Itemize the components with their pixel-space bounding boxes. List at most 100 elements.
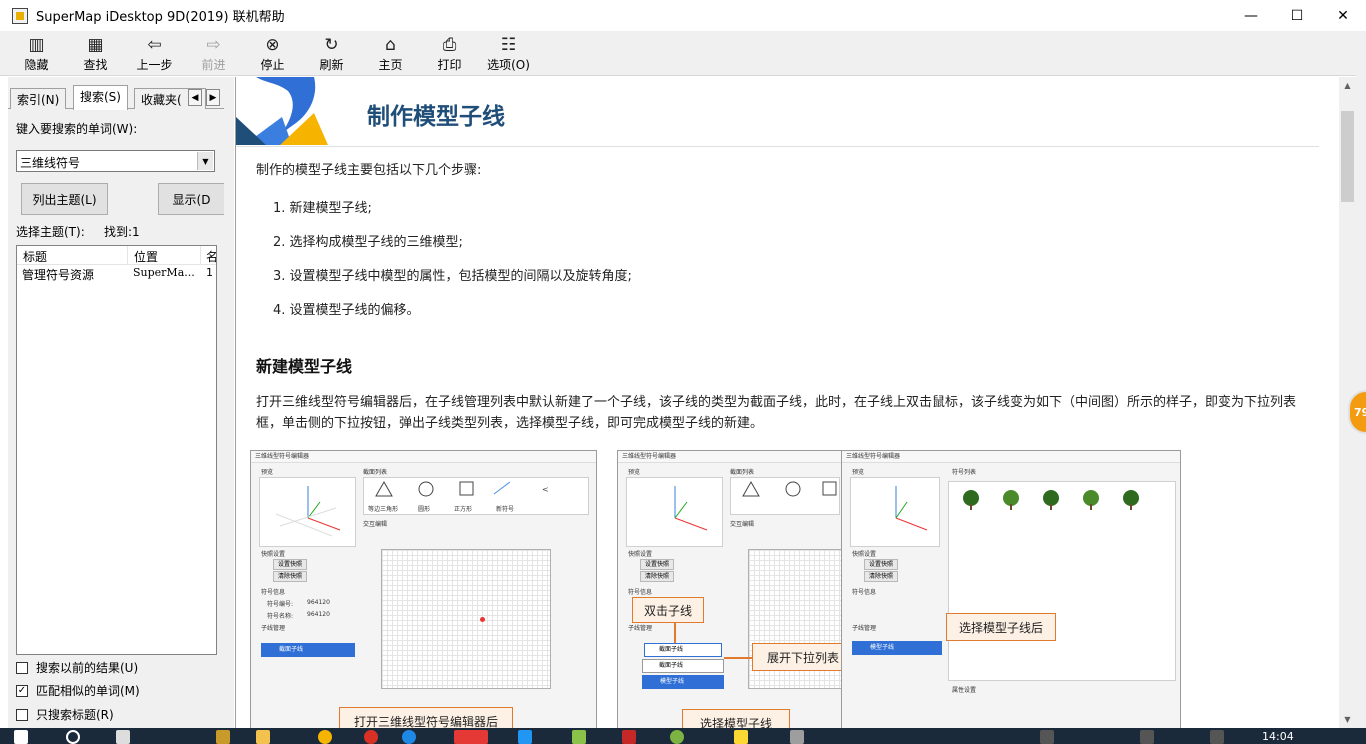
tab-scroll-left-icon[interactable]: ◀ — [188, 89, 202, 106]
forward-label: 前进 — [201, 57, 226, 72]
step-item: 2. 选择构成模型子线的三维模型; — [273, 235, 463, 250]
preview-panel — [626, 477, 723, 547]
results-header: 标题 位置 名 — [17, 246, 216, 265]
navigation-pane: 索引(N) 搜索(S) 收藏夹( ◀ ▶ 键入要搜索的单词(W): 三维线符号 … — [8, 77, 224, 728]
mini-label: 正方形 — [454, 506, 473, 513]
forward-button[interactable]: ⇨ 前进 — [184, 31, 243, 76]
back-button[interactable]: ⇦ 上一步 — [125, 31, 184, 76]
figure-shot-3: 三维线型符号编辑器 预览 符号列表 快照设置 设置快照 清除快照 符号信息 子线… — [841, 450, 1181, 728]
checkbox[interactable] — [16, 661, 28, 674]
shape-icons: < — [375, 480, 549, 497]
minimize-button[interactable]: — — [1228, 0, 1274, 31]
keyword-combobox[interactable]: 三维线符号 ▼ — [16, 150, 215, 172]
refresh-button[interactable]: ↻ 刷新 — [302, 31, 361, 76]
close-button[interactable]: ✕ — [1320, 0, 1366, 31]
step-item: 1. 新建模型子线; — [273, 201, 372, 216]
mini-label: 符号编号: — [267, 601, 294, 608]
mini-button: 清除快照 — [864, 571, 898, 582]
home-button[interactable]: ⌂ 主页 — [361, 31, 420, 76]
mini-label: 符号名称: — [267, 613, 294, 620]
callout: 展开下拉列表 — [752, 643, 854, 671]
callout: 打开三维线型符号编辑器后 — [339, 707, 513, 728]
back-arrow-icon: ⇦ — [147, 34, 162, 55]
mini-label: 交互编辑 — [363, 521, 388, 528]
results-list[interactable]: 标题 位置 名 管理符号资源 SuperMa... 1 — [16, 245, 217, 655]
shape-list-panel — [730, 477, 840, 515]
folder-icon[interactable] — [256, 730, 270, 744]
app-icon[interactable] — [402, 730, 416, 744]
edit-grid — [381, 549, 551, 689]
col-location[interactable]: 位置 — [134, 248, 158, 265]
printer-icon: ⎙ — [442, 34, 457, 55]
display-button[interactable]: 显示(D — [158, 183, 224, 215]
option-label: 匹配相似的单词(M) — [36, 684, 140, 698]
list-topics-button[interactable]: 列出主题(L) — [21, 183, 108, 215]
tray-icon[interactable] — [1040, 730, 1054, 744]
checkbox-checked[interactable]: ✓ — [16, 684, 28, 697]
mini-label: 964120 — [307, 599, 330, 606]
mini-label: 964120 — [307, 611, 330, 618]
scroll-up-icon[interactable]: ▲ — [1339, 77, 1356, 94]
hide-button[interactable]: ▥ 隐藏 — [7, 31, 66, 76]
taskview-icon[interactable] — [116, 730, 130, 744]
option-similar-words[interactable]: ✓ 匹配相似的单词(M) — [16, 682, 140, 699]
found-count: 找到:1 — [104, 225, 140, 239]
section-paragraph: 打开三维线型符号编辑器后，在子线管理列表中默认新建了一个子线，该子线的类型为截面… — [256, 395, 1297, 431]
row-location: SuperMa... — [133, 266, 195, 279]
table-row[interactable]: 管理符号资源 SuperMa... 1 — [17, 266, 216, 282]
mini-label: 截面列表 — [363, 469, 388, 476]
tab-search[interactable]: 搜索(S) — [73, 85, 128, 110]
option-titles-only[interactable]: 只搜索标题(R) — [16, 706, 114, 723]
checkbox[interactable] — [16, 708, 28, 721]
shape-list-panel: < 等边三角形 圆形 正方形 新符号 — [363, 477, 589, 515]
mini-label: 截面列表 — [730, 469, 755, 476]
app-icon[interactable] — [790, 730, 804, 744]
app-icon[interactable] — [572, 730, 586, 744]
callout-arrow — [674, 623, 676, 643]
browser-icon[interactable] — [318, 730, 332, 744]
mini-button: 设置快照 — [273, 559, 307, 570]
section-title: 新建模型子线 — [256, 357, 353, 376]
maximize-button[interactable]: ☐ — [1274, 0, 1320, 31]
home-icon: ⌂ — [385, 34, 396, 55]
app-icon[interactable] — [518, 730, 532, 744]
taskbar-clock[interactable]: 14:04 — [1262, 730, 1294, 743]
app-icon[interactable] — [364, 730, 378, 744]
search-icon[interactable] — [66, 730, 80, 744]
pane-splitter[interactable] — [224, 77, 234, 728]
find-button[interactable]: ▦ 查找 — [66, 31, 125, 76]
tab-index[interactable]: 索引(N) — [10, 88, 67, 109]
figure-shot-1: 三维线型符号编辑器 预览 截面列表 < 等边三角形 圆形 正方形 新符号 交互编… — [250, 450, 597, 728]
chevron-down-icon[interactable]: ▼ — [197, 152, 213, 170]
app-icon[interactable] — [670, 730, 684, 744]
tray-icon[interactable] — [1140, 730, 1154, 744]
step-item: 4. 设置模型子线的偏移。 — [273, 303, 420, 318]
option-previous-results[interactable]: 搜索以前的结果(U) — [16, 659, 138, 676]
hide-pane-icon: ▥ — [28, 34, 45, 55]
tab-scroll-right-icon[interactable]: ▶ — [206, 89, 220, 106]
col-title[interactable]: 标题 — [23, 248, 47, 265]
back-label: 上一步 — [136, 57, 173, 72]
shot-title: 三维线型符号编辑器 — [842, 451, 1180, 463]
scroll-thumb[interactable] — [1341, 111, 1354, 202]
refresh-icon: ↻ — [324, 34, 339, 55]
app-icon[interactable] — [622, 730, 636, 744]
col-rank[interactable]: 名 — [206, 248, 216, 265]
scroll-down-icon[interactable]: ▼ — [1339, 711, 1356, 728]
tray-icon[interactable] — [1210, 730, 1224, 744]
window-title: SuperMap iDesktop 9D(2019) 联机帮助 — [36, 10, 285, 25]
mini-label: 符号信息 — [852, 589, 877, 596]
app-icon[interactable] — [454, 730, 488, 744]
options-button[interactable]: ☷ 选项(O) — [479, 31, 538, 76]
stop-button[interactable]: ⊗ 停止 — [243, 31, 302, 76]
mini-label: 符号信息 — [261, 589, 286, 596]
mini-button: 清除快照 — [273, 571, 307, 582]
print-button[interactable]: ⎙ 打印 — [420, 31, 479, 76]
start-icon[interactable] — [14, 730, 28, 744]
app-icon[interactable] — [216, 730, 230, 744]
shape-icons — [742, 480, 837, 497]
symbol-list-panel — [948, 481, 1176, 681]
hide-label: 隐藏 — [24, 57, 49, 72]
mini-label: 新符号 — [496, 506, 515, 513]
help-taskbar-icon[interactable] — [734, 730, 748, 744]
